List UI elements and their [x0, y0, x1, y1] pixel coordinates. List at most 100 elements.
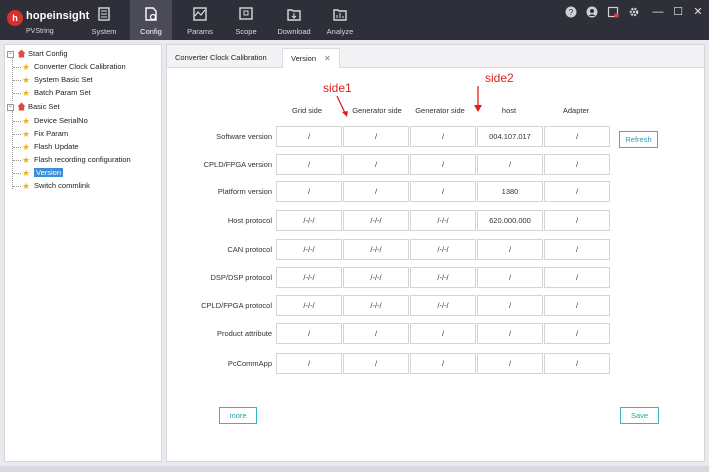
message-button[interactable]	[605, 4, 621, 20]
tree-item-label: Fix Param	[34, 129, 69, 138]
collapse-icon[interactable]: −	[7, 104, 14, 111]
nav-scope[interactable]: Scope	[224, 0, 268, 40]
refresh-button[interactable]: Refresh	[619, 131, 658, 148]
version-cell: /	[477, 154, 543, 175]
save-button[interactable]: Save	[620, 407, 659, 424]
version-cell: /	[276, 154, 342, 175]
tree-item-flash-recording-configuration[interactable]: ★ Flash recording configuration	[11, 154, 161, 167]
version-cell: 004.107.017	[477, 126, 543, 147]
nav-download[interactable]: Download	[272, 0, 316, 40]
tree-item-flash-update[interactable]: ★ Flash Update	[11, 141, 161, 154]
tab-label: Converter Clock Calibration	[175, 53, 267, 62]
star-icon: ★	[22, 116, 31, 126]
version-cell: /	[477, 295, 543, 316]
product-name: PVString	[26, 28, 54, 35]
tree-item-label: System Basic Set	[34, 75, 93, 84]
home-icon	[17, 49, 26, 58]
version-cell: /-/-/	[343, 267, 409, 288]
version-cell: /-/-/	[410, 239, 476, 260]
config-icon	[145, 7, 157, 21]
tab-bar: Converter Clock Calibration Version ✕	[167, 45, 704, 68]
tree-item-label: Device SerialNo	[34, 116, 88, 125]
nav-label-scope: Scope	[235, 27, 257, 36]
tree-group-label: Start Config	[28, 49, 68, 58]
logo-mark: h	[7, 10, 23, 26]
version-cell: /	[410, 126, 476, 147]
version-cell: /	[343, 181, 409, 202]
tab-converter-clock-calibration[interactable]: Converter Clock Calibration	[167, 48, 275, 68]
status-bar	[0, 466, 709, 472]
version-cell: /	[477, 267, 543, 288]
help-button[interactable]: ?	[563, 4, 579, 20]
nav-config[interactable]: Config	[130, 0, 172, 40]
nav-label-analyze: Analyze	[326, 27, 354, 36]
version-cell: 1380	[477, 181, 543, 202]
tree-item-converter-clock-calibration[interactable]: ★ Converter Clock Calibration	[11, 61, 161, 74]
more-button[interactable]: more	[219, 407, 257, 424]
version-cell: /-/-/	[276, 210, 342, 231]
version-cell: /	[410, 323, 476, 344]
version-cell: /-/-/	[343, 210, 409, 231]
row-label: DSP/DSP protocol	[210, 273, 272, 282]
home-icon	[17, 102, 26, 111]
star-icon: ★	[22, 75, 31, 85]
svg-text:?: ?	[569, 8, 574, 17]
column-header: Grid side	[291, 106, 322, 115]
settings-button[interactable]	[626, 4, 642, 20]
user-button[interactable]	[584, 4, 600, 20]
row-label: CPLD/FPGA version	[203, 160, 272, 169]
minimize-button[interactable]: —	[650, 4, 666, 20]
row-label: CPLD/FPGA protocol	[201, 301, 272, 310]
tab-version[interactable]: Version ✕	[282, 48, 340, 68]
version-cell: /	[276, 323, 342, 344]
tree-item-label: Flash Update	[34, 142, 79, 151]
version-cell: /	[544, 323, 610, 344]
column-header: Generator side	[415, 106, 465, 115]
config-tree: − Start Config ★ Converter Clock Calibra…	[4, 44, 162, 462]
app-logo: h hopeinsight PVString	[4, 4, 89, 38]
version-cell: /	[544, 353, 610, 374]
close-tab-icon[interactable]: ✕	[324, 54, 331, 63]
collapse-icon[interactable]: −	[7, 51, 14, 58]
version-cell: /	[343, 154, 409, 175]
nav-label-download: Download	[277, 27, 311, 36]
tree-item-switch-commlink[interactable]: ★ Switch commlink	[11, 180, 161, 193]
tree-item-fix-param[interactable]: ★ Fix Param	[11, 128, 161, 141]
nav-params[interactable]: Params	[178, 0, 222, 40]
row-label: CAN protocol	[227, 245, 272, 254]
version-cell: /	[276, 126, 342, 147]
star-icon: ★	[22, 142, 31, 152]
tree-item-version[interactable]: ★ Version	[11, 167, 161, 180]
column-header: Generator side	[352, 106, 402, 115]
version-cell: /	[276, 353, 342, 374]
tree-group-basic-set[interactable]: − Basic Set	[7, 101, 157, 114]
tree-item-device-serialno[interactable]: ★ Device SerialNo	[11, 115, 161, 128]
maximize-button[interactable]: ☐	[670, 4, 686, 20]
nav-system[interactable]: System	[82, 0, 126, 40]
analyze-icon	[333, 9, 347, 21]
tree-group-start-config[interactable]: − Start Config	[7, 48, 157, 61]
params-icon	[193, 7, 207, 21]
star-icon: ★	[22, 168, 31, 178]
version-cell: /	[544, 210, 610, 231]
tree-item-system-basic-set[interactable]: ★ System Basic Set	[11, 74, 161, 87]
tree-group-label: Basic Set	[28, 102, 60, 111]
version-cell: /	[343, 323, 409, 344]
tree-item-label: Converter Clock Calibration	[34, 62, 126, 71]
version-cell: /	[343, 353, 409, 374]
tree-item-label: Switch commlink	[34, 181, 90, 190]
version-cell: /	[410, 181, 476, 202]
star-icon: ★	[22, 88, 31, 98]
top-bar: h hopeinsight PVString System Config Par…	[0, 0, 709, 40]
tab-label: Version	[291, 54, 317, 63]
close-button[interactable]: ✕	[690, 4, 706, 20]
row-label: Software version	[216, 132, 272, 141]
row-label: PcCommApp	[227, 359, 272, 368]
system-icon	[98, 7, 110, 21]
tree-item-label: Flash recording configuration	[34, 155, 131, 164]
version-cell: /	[477, 239, 543, 260]
nav-analyze[interactable]: Analyze	[318, 0, 362, 40]
tree-item-batch-param-set[interactable]: ★ Batch Param Set	[11, 87, 161, 100]
tree-item-label-selected: Version	[34, 168, 64, 177]
version-cell: /	[477, 323, 543, 344]
